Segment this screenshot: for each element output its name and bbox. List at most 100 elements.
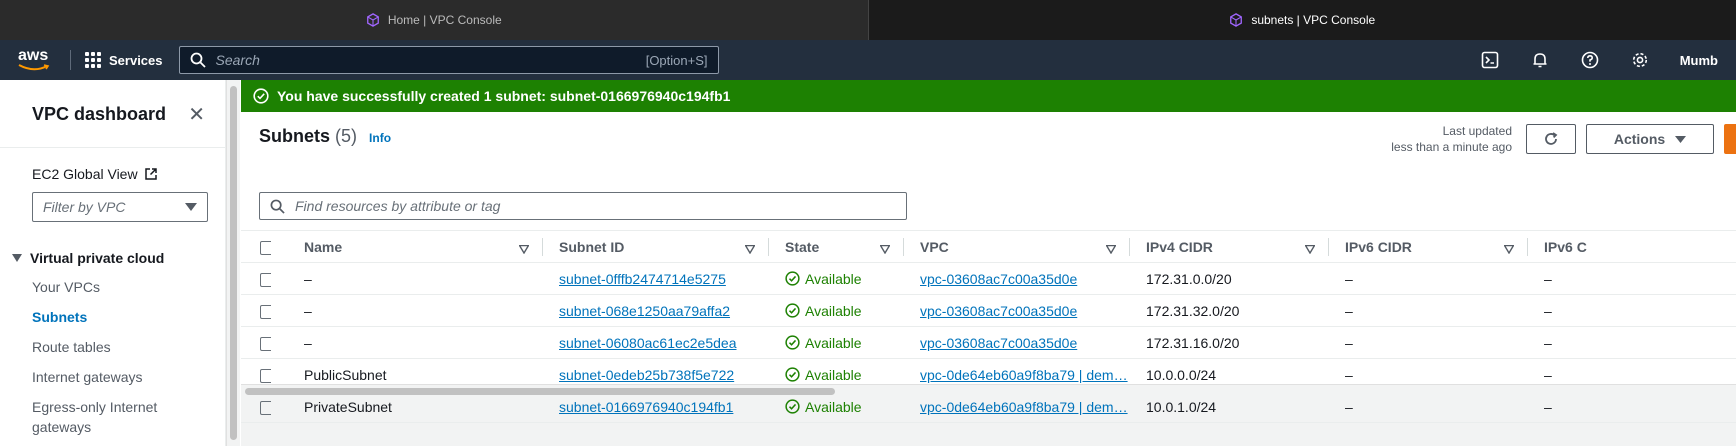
- table-horizontal-scrollbar[interactable]: [241, 384, 1736, 398]
- column-header-ipv4-cidr[interactable]: IPv4 CIDR: [1130, 230, 1329, 263]
- row-checkbox[interactable]: [260, 400, 271, 415]
- column-header-ipv6-cidr-2[interactable]: IPv6 C: [1528, 230, 1736, 263]
- row-checkbox[interactable]: [260, 272, 271, 287]
- cell-name: –: [271, 294, 543, 327]
- vpc-cube-icon: [1230, 13, 1243, 27]
- region-selector[interactable]: Mumb: [1680, 53, 1718, 68]
- sidebar-section-virtual-private-cloud[interactable]: Virtual private cloud: [0, 222, 225, 266]
- table-row[interactable]: – subnet-0fffb2474714e5275 Available vpc…: [241, 262, 1736, 295]
- browser-tab-home[interactable]: Home | VPC Console: [0, 0, 868, 40]
- flash-message: You have successfully created 1 subnet: …: [277, 88, 731, 104]
- success-check-icon: [785, 367, 800, 382]
- select-all-cell: [241, 230, 274, 263]
- sidebar-item-route-tables[interactable]: Route tables: [32, 332, 225, 362]
- nav-divider: [70, 50, 71, 70]
- column-header-subnet-id[interactable]: Subnet ID: [543, 230, 769, 263]
- column-label: IPv6 CIDR: [1345, 238, 1412, 255]
- row-select-cell: [241, 326, 271, 359]
- vpc-link[interactable]: vpc-03608ac7c00a35d0e: [920, 303, 1077, 319]
- cell-ipv6-cidr: –: [1329, 262, 1528, 295]
- subnet-id-link[interactable]: subnet-0fffb2474714e5275: [559, 271, 726, 287]
- table-row[interactable]: – subnet-06080ac61ec2e5dea Available vpc…: [241, 326, 1736, 359]
- page-title-text: Subnets: [259, 126, 331, 146]
- table-header-row: Name Subnet ID State VPC IPv4 CIDR IPv6 …: [241, 230, 1736, 263]
- row-select-cell: [241, 262, 271, 295]
- sidebar-item-egress-only-internet-gateways[interactable]: Egress-only Internet gateways: [32, 392, 172, 437]
- sidebar-scrollbar[interactable]: [226, 80, 240, 446]
- cell-vpc: vpc-03608ac7c00a35d0e: [904, 262, 1130, 295]
- search-placeholder: Search: [215, 52, 260, 68]
- settings-gear-icon[interactable]: [1630, 50, 1650, 70]
- column-header-state[interactable]: State: [769, 230, 904, 263]
- cell-ipv6-cidr-2: –: [1528, 326, 1736, 359]
- last-updated-label: Last updated: [1442, 124, 1512, 138]
- success-check-icon: [253, 88, 269, 104]
- column-label: IPv4 CIDR: [1146, 238, 1213, 255]
- resource-filter-input[interactable]: Find resources by attribute or tag: [259, 192, 907, 220]
- subnet-id-link[interactable]: subnet-0edeb25b738f5e722: [559, 367, 734, 383]
- last-updated-value: less than a minute ago: [1391, 140, 1512, 154]
- sort-icon: [879, 241, 891, 257]
- vpc-filter-select[interactable]: Filter by VPC: [32, 192, 208, 222]
- state-label: Available: [805, 302, 862, 319]
- cell-name: –: [271, 262, 543, 295]
- aws-logo[interactable]: aws: [18, 46, 52, 74]
- cloudshell-icon[interactable]: [1480, 50, 1500, 70]
- actions-button[interactable]: Actions: [1586, 124, 1714, 154]
- vpc-link[interactable]: vpc-03608ac7c00a35d0e: [920, 335, 1077, 351]
- create-subnet-button[interactable]: [1724, 124, 1736, 154]
- main-content: You have successfully created 1 subnet: …: [241, 80, 1736, 446]
- browser-tab-subnets[interactable]: subnets | VPC Console: [867, 0, 1736, 40]
- panel-header: Subnets (5) Info Last updated less than …: [241, 112, 1736, 156]
- status-badge: Available: [785, 367, 904, 383]
- sidebar-title[interactable]: VPC dashboard: [32, 104, 166, 125]
- sort-icon: [744, 241, 756, 257]
- cell-ipv6-cidr: –: [1329, 326, 1528, 359]
- table-row[interactable]: – subnet-068e1250aa79affa2 Available vpc…: [241, 294, 1736, 327]
- services-menu-button[interactable]: Services: [85, 52, 163, 68]
- column-header-name[interactable]: Name: [271, 230, 543, 263]
- search-input[interactable]: Search [Option+S]: [178, 46, 719, 74]
- subnet-id-link[interactable]: subnet-06080ac61ec2e5dea: [559, 335, 737, 351]
- cell-ipv4-cidr: 172.31.32.0/20: [1130, 294, 1329, 327]
- browser-tab-title: subnets | VPC Console: [1251, 13, 1376, 27]
- sidebar-item-ec2-global-view[interactable]: EC2 Global View: [0, 148, 225, 182]
- row-checkbox[interactable]: [260, 304, 271, 319]
- close-icon[interactable]: ✕: [188, 102, 205, 127]
- cell-vpc: vpc-03608ac7c00a35d0e: [904, 294, 1130, 327]
- vpc-cube-icon: [366, 13, 379, 27]
- state-label: Available: [805, 270, 862, 287]
- subnet-id-link[interactable]: subnet-0166976940c194fb1: [559, 399, 733, 415]
- scrollbar-thumb[interactable]: [230, 86, 237, 440]
- column-label: Name: [304, 238, 343, 255]
- column-header-vpc[interactable]: VPC: [904, 230, 1130, 263]
- refresh-button[interactable]: [1526, 124, 1576, 154]
- subnet-id-link[interactable]: subnet-068e1250aa79affa2: [559, 303, 730, 319]
- success-flash-banner: You have successfully created 1 subnet: …: [241, 80, 1736, 112]
- sidebar-item-your-vpcs[interactable]: Your VPCs: [32, 272, 225, 302]
- help-icon[interactable]: [1580, 50, 1600, 70]
- cell-ipv4-cidr: 172.31.16.0/20: [1130, 326, 1329, 359]
- column-header-ipv6-cidr[interactable]: IPv6 CIDR: [1329, 230, 1528, 263]
- info-link[interactable]: Info: [369, 131, 391, 145]
- vpc-link[interactable]: vpc-0de64eb60a9f8ba79 | dem…: [920, 367, 1128, 383]
- sidebar-item-internet-gateways[interactable]: Internet gateways: [32, 362, 225, 392]
- nav-icon-group: Mumb: [1480, 50, 1736, 70]
- vpc-link[interactable]: vpc-03608ac7c00a35d0e: [920, 271, 1077, 287]
- success-check-icon: [785, 399, 800, 414]
- state-label: Available: [805, 366, 862, 383]
- cell-state: Available: [769, 294, 904, 327]
- row-checkbox[interactable]: [260, 336, 271, 351]
- sidebar-item-subnets[interactable]: Subnets: [32, 302, 225, 332]
- vpc-link[interactable]: vpc-0de64eb60a9f8ba79 | dem…: [920, 399, 1128, 415]
- notifications-bell-icon[interactable]: [1530, 50, 1550, 70]
- row-checkbox[interactable]: [260, 368, 271, 383]
- last-updated: Last updated less than a minute ago: [1391, 123, 1512, 155]
- search-icon: [190, 52, 206, 68]
- cell-state: Available: [769, 326, 904, 359]
- aws-smile-icon: [18, 63, 50, 70]
- scrollbar-thumb[interactable]: [245, 388, 835, 395]
- refresh-icon: [1545, 132, 1558, 145]
- search-icon: [270, 199, 285, 214]
- column-label: IPv6 C: [1544, 238, 1587, 255]
